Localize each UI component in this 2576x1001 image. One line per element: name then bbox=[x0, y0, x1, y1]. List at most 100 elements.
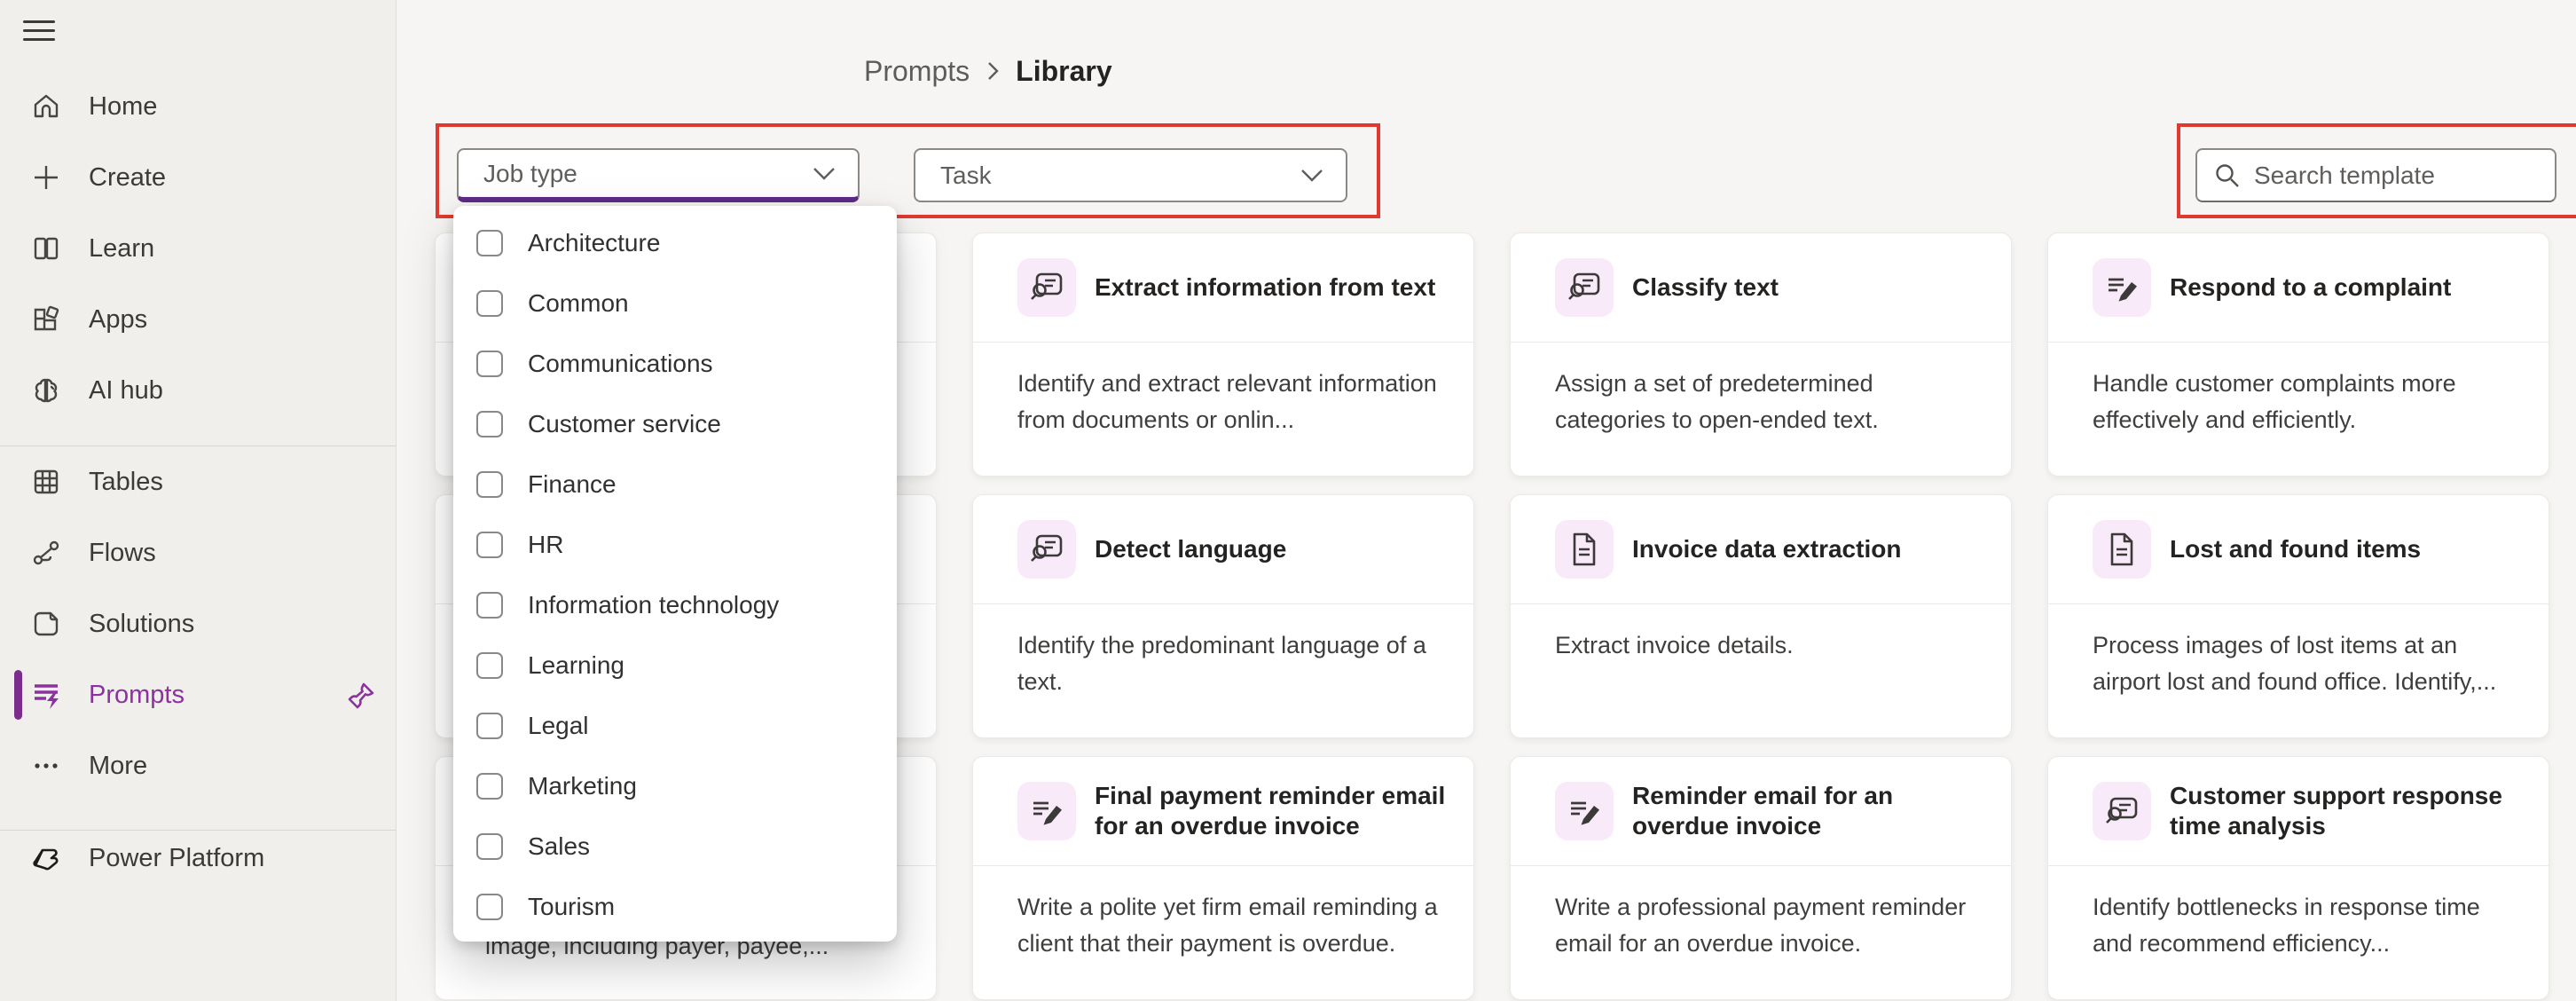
checkbox[interactable] bbox=[476, 592, 503, 619]
card-title: Lost and found items bbox=[2170, 534, 2529, 564]
checkbox[interactable] bbox=[476, 833, 503, 860]
prompt-card-support-analysis[interactable]: Customer support response time analysis … bbox=[2047, 756, 2549, 1000]
sidebar-item-flows[interactable]: Flows bbox=[0, 517, 397, 588]
sidebar-item-ai-hub[interactable]: AI hub bbox=[0, 355, 397, 426]
active-indicator bbox=[14, 670, 22, 720]
prompt-card-lost-found[interactable]: Lost and found items Process images of l… bbox=[2047, 494, 2549, 738]
sidebar-item-power-platform[interactable]: Power Platform bbox=[0, 823, 397, 894]
job-type-options-panel: Architecture Common Communications Custo… bbox=[453, 206, 897, 942]
option-architecture[interactable]: Architecture bbox=[453, 213, 897, 273]
sidebar-item-label: Tables bbox=[89, 468, 163, 497]
checkbox[interactable] bbox=[476, 713, 503, 739]
task-filter-dropdown[interactable]: Task bbox=[914, 148, 1347, 202]
option-common[interactable]: Common bbox=[453, 273, 897, 334]
card-description: Extract invoice details. bbox=[1555, 627, 1979, 664]
checkbox[interactable] bbox=[476, 894, 503, 920]
card-title: Extract information from text bbox=[1095, 272, 1454, 303]
plus-icon bbox=[30, 162, 62, 193]
prompt-card-extract-information[interactable]: Extract information from text Identify a… bbox=[972, 233, 1474, 477]
sidebar-item-learn[interactable]: Learn bbox=[0, 213, 397, 284]
option-label: Marketing bbox=[528, 772, 637, 800]
chevron-right-icon bbox=[984, 59, 1001, 83]
prompt-card-detect-language[interactable]: Detect language Identify the predominant… bbox=[972, 494, 1474, 738]
power-platform-logo-icon bbox=[30, 842, 62, 874]
option-label: Sales bbox=[528, 832, 590, 861]
chevron-down-icon bbox=[812, 166, 836, 182]
sidebar-item-label: AI hub bbox=[89, 376, 163, 406]
checkbox[interactable] bbox=[476, 411, 503, 437]
prompts-icon bbox=[30, 679, 62, 711]
card-description: Identify the predominant language of a t… bbox=[1017, 627, 1441, 700]
brain-icon bbox=[30, 374, 62, 406]
checkbox[interactable] bbox=[476, 230, 503, 256]
option-label: Legal bbox=[528, 712, 589, 740]
checkbox[interactable] bbox=[476, 351, 503, 377]
sidebar-item-apps[interactable]: Apps bbox=[0, 284, 397, 355]
sidebar-item-create[interactable]: Create bbox=[0, 142, 397, 213]
card-header: Detect language bbox=[973, 495, 1473, 604]
card-title: Respond to a complaint bbox=[2170, 272, 2529, 303]
checkbox[interactable] bbox=[476, 652, 503, 679]
doc-search-icon bbox=[1017, 258, 1076, 317]
option-learning[interactable]: Learning bbox=[453, 635, 897, 696]
option-tourism[interactable]: Tourism bbox=[453, 877, 897, 937]
breadcrumb-prompts-link[interactable]: Prompts bbox=[864, 55, 970, 88]
checkbox[interactable] bbox=[476, 471, 503, 498]
sidebar-item-label: Home bbox=[89, 92, 157, 122]
card-title: Detect language bbox=[1095, 534, 1454, 564]
prompt-card-respond-complaint[interactable]: Respond to a complaint Handle customer c… bbox=[2047, 233, 2549, 477]
sidebar-item-solutions[interactable]: Solutions bbox=[0, 588, 397, 659]
pin-icon[interactable] bbox=[344, 679, 378, 713]
apps-grid-icon bbox=[30, 303, 62, 335]
card-header: Customer support response time analysis bbox=[2048, 757, 2549, 866]
sidebar-item-tables[interactable]: Tables bbox=[0, 446, 397, 517]
sidebar-item-more[interactable]: More bbox=[0, 730, 397, 801]
prompt-card-invoice-extraction[interactable]: Invoice data extraction Extract invoice … bbox=[1510, 494, 2012, 738]
compose-icon bbox=[1017, 782, 1076, 840]
option-communications[interactable]: Communications bbox=[453, 334, 897, 394]
option-label: Customer service bbox=[528, 410, 721, 438]
sidebar-item-label: Prompts bbox=[89, 681, 185, 710]
sidebar: Home Create Learn Apps AI hub Tables Flo… bbox=[0, 0, 397, 1001]
sidebar-item-label: Flows bbox=[89, 539, 156, 568]
option-label: Communications bbox=[528, 350, 713, 378]
search-icon bbox=[2213, 162, 2242, 190]
card-description: Assign a set of predetermined categories… bbox=[1555, 366, 1979, 438]
option-customer-service[interactable]: Customer service bbox=[453, 394, 897, 454]
card-description: Write a professional payment reminder em… bbox=[1555, 889, 1979, 962]
option-marketing[interactable]: Marketing bbox=[453, 756, 897, 816]
option-label: Common bbox=[528, 289, 629, 318]
search-input[interactable] bbox=[2254, 162, 2520, 190]
compose-icon bbox=[2093, 258, 2151, 317]
option-sales[interactable]: Sales bbox=[453, 816, 897, 877]
page-title: Library bbox=[1016, 55, 1111, 88]
search-template-box[interactable] bbox=[2195, 148, 2556, 202]
flow-icon bbox=[30, 537, 62, 569]
sidebar-footer-label: Power Platform bbox=[89, 844, 264, 873]
card-header: Respond to a complaint bbox=[2048, 233, 2549, 343]
hamburger-menu-icon[interactable] bbox=[23, 14, 55, 41]
sidebar-item-prompts[interactable]: Prompts bbox=[0, 659, 397, 730]
sidebar-item-label: Apps bbox=[89, 305, 147, 335]
prompt-card-reminder-email[interactable]: Reminder email for an overdue invoice Wr… bbox=[1510, 756, 2012, 1000]
table-icon bbox=[30, 466, 62, 498]
checkbox[interactable] bbox=[476, 773, 503, 800]
card-header: Extract information from text bbox=[973, 233, 1473, 343]
option-hr[interactable]: HR bbox=[453, 515, 897, 575]
sidebar-item-label: Learn bbox=[89, 234, 154, 264]
checkbox[interactable] bbox=[476, 290, 503, 317]
sidebar-item-home[interactable]: Home bbox=[0, 71, 397, 142]
checkbox[interactable] bbox=[476, 532, 503, 558]
prompt-card-final-reminder[interactable]: Final payment reminder email for an over… bbox=[972, 756, 1474, 1000]
option-legal[interactable]: Legal bbox=[453, 696, 897, 756]
card-description: Process images of lost items at an airpo… bbox=[2093, 627, 2517, 700]
option-finance[interactable]: Finance bbox=[453, 454, 897, 515]
option-information-technology[interactable]: Information technology bbox=[453, 575, 897, 635]
sidebar-item-label: Create bbox=[89, 163, 166, 193]
job-type-filter-dropdown[interactable]: Job type bbox=[457, 148, 860, 202]
prompt-card-classify-text[interactable]: Classify text Assign a set of predetermi… bbox=[1510, 233, 2012, 477]
document-icon bbox=[2093, 520, 2151, 579]
card-header: Invoice data extraction bbox=[1511, 495, 2011, 604]
home-icon bbox=[30, 91, 62, 122]
doc-search-icon bbox=[1555, 258, 1614, 317]
